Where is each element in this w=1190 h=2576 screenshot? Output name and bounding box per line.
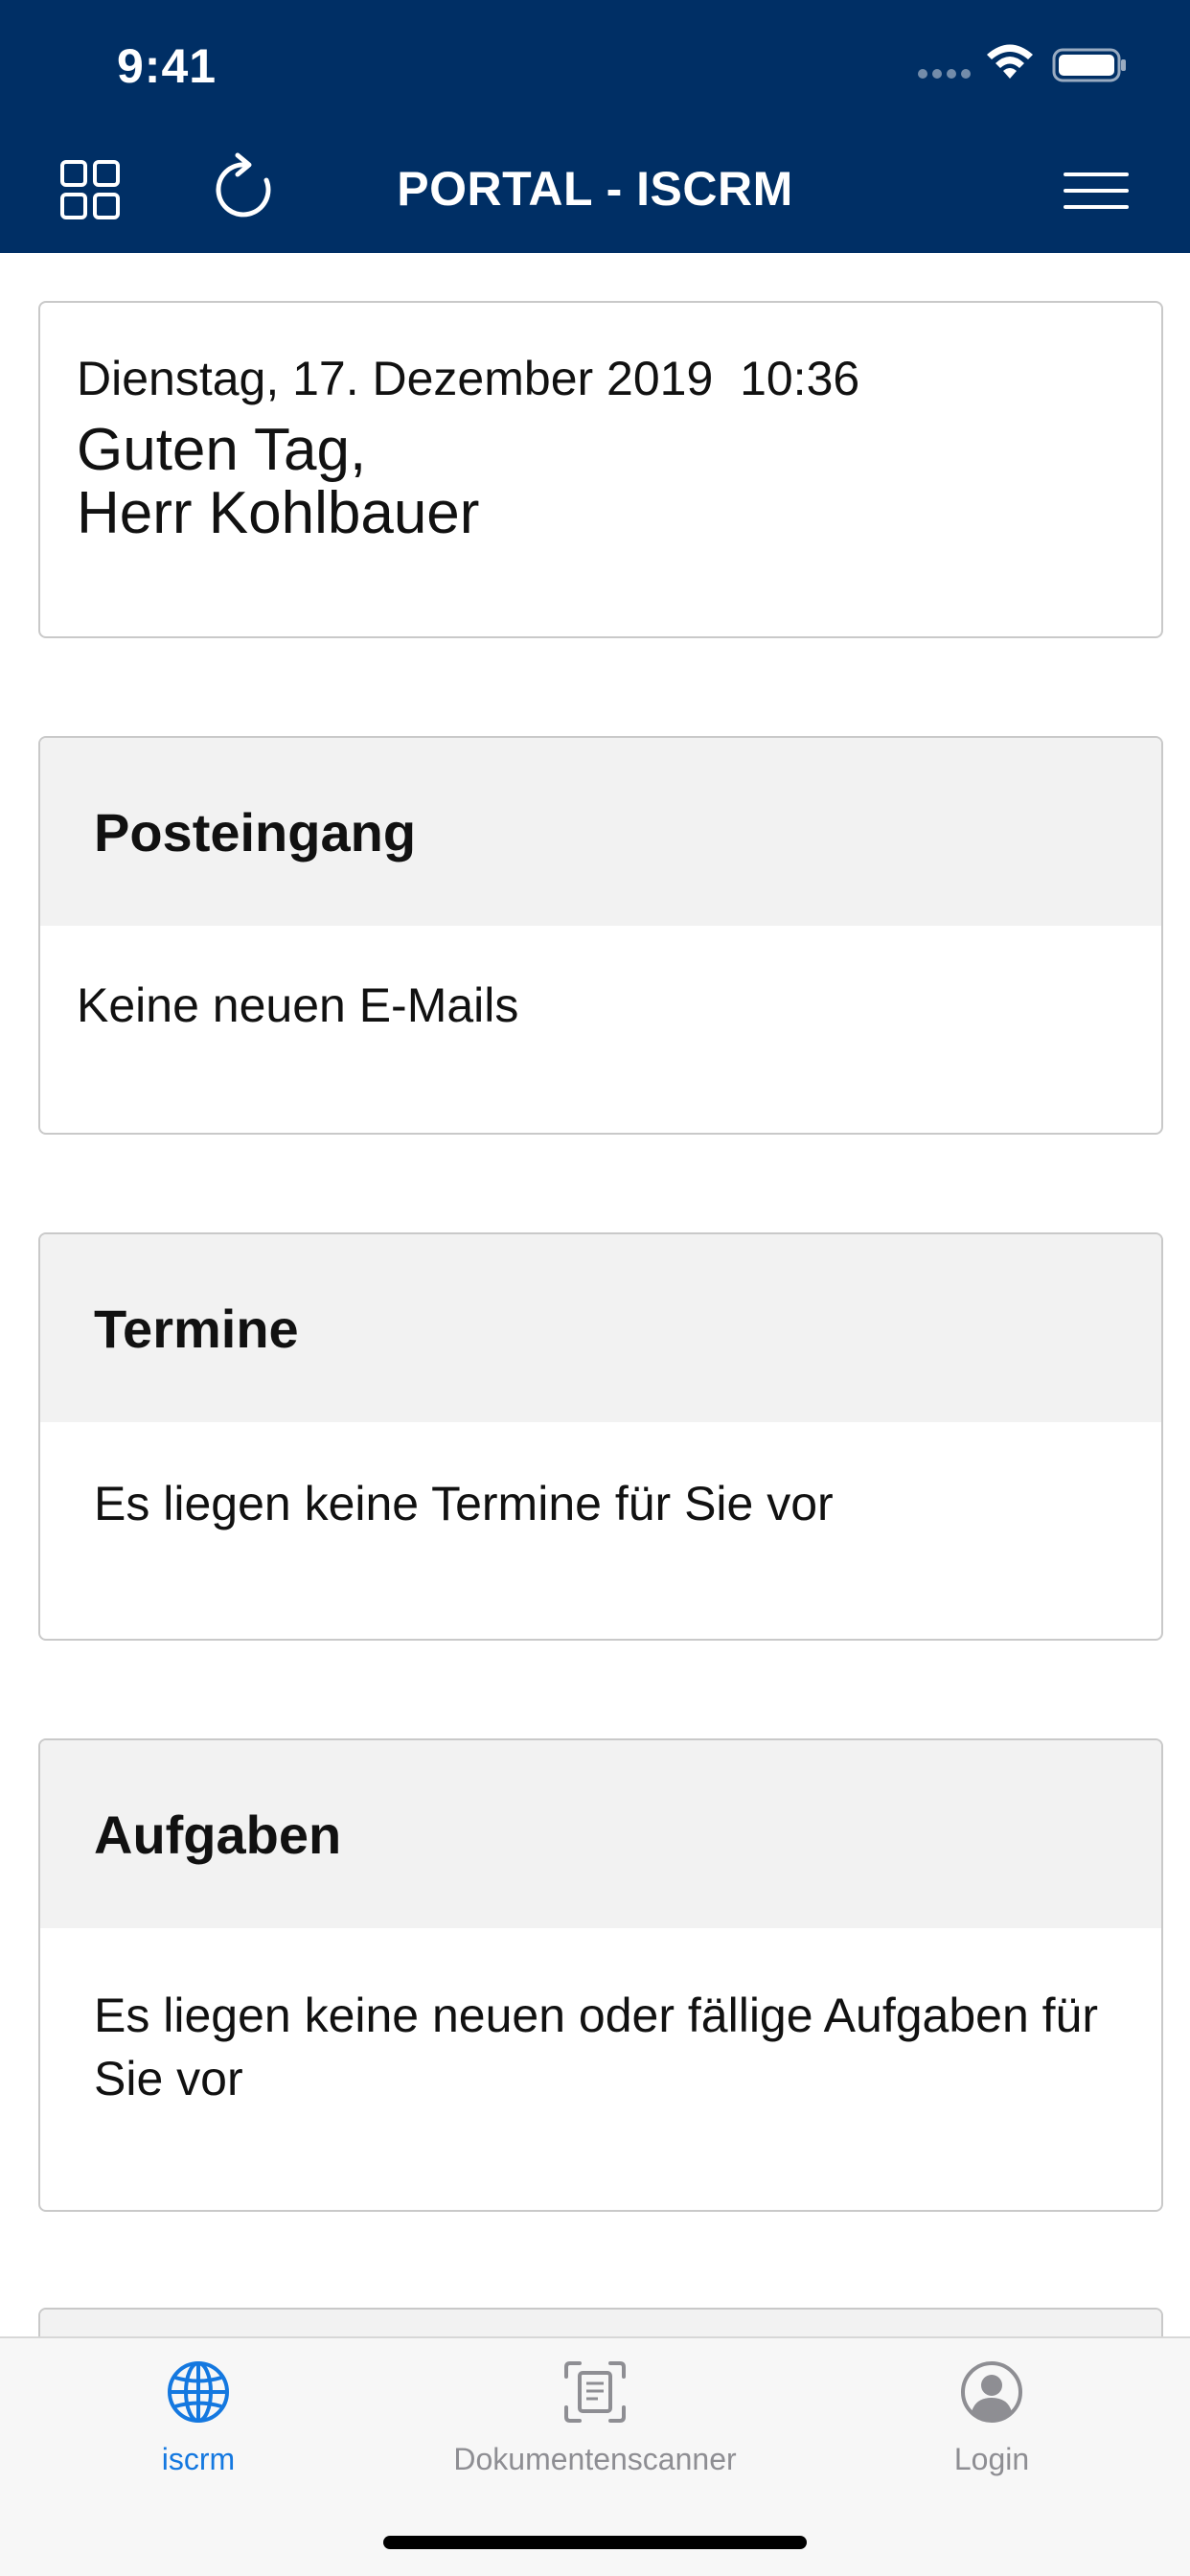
app-title: PORTAL - ISCRM	[397, 162, 793, 216]
greeting-text: Guten Tag,	[77, 417, 367, 483]
tasks-card-header: Aufgaben	[40, 1740, 1161, 1928]
inbox-card-title: Posteingang	[94, 802, 417, 862]
appointments-card-header: Termine	[40, 1234, 1161, 1422]
greeting-card: Dienstag, 17. Dezember 2019 10:36 Guten …	[38, 301, 1163, 638]
tab-iscrm-label: iscrm	[161, 2442, 236, 2476]
tab-iscrm[interactable]: iscrm	[0, 2338, 397, 2530]
appointments-card[interactable]: Termine Es liegen keine Termine für Sie …	[38, 1232, 1163, 1641]
tab-login-label: Login	[953, 2442, 1030, 2476]
appointments-card-title: Termine	[94, 1299, 299, 1359]
user-circle-icon	[961, 2361, 1022, 2423]
menu-icon[interactable]	[1064, 171, 1129, 211]
inbox-card-text: Keine neuen E-Mails	[77, 978, 519, 1032]
greeting-date: Dienstag, 17. Dezember 2019 10:36	[77, 352, 860, 405]
tab-dokumentenscanner-label: Dokumentenscanner	[453, 2442, 737, 2476]
inbox-card[interactable]: Posteingang Keine neuen E-Mails	[38, 736, 1163, 1135]
greeting-user-name: Herr Kohlbauer	[77, 480, 480, 546]
tasks-card-title: Aufgaben	[94, 1805, 342, 1865]
globe-icon	[168, 2361, 229, 2423]
app-header: 9:41 PORTAL - ISCRM	[0, 0, 1190, 253]
cellular-signal-icon	[918, 69, 971, 79]
tab-bar: iscrm Dokumentenscanner Login	[0, 2336, 1190, 2576]
appointments-card-text: Es liegen keine Termine für Sie vor	[94, 1477, 834, 1530]
tasks-card[interactable]: Aufgaben Es liegen keine neuen oder fäll…	[38, 1738, 1163, 2212]
tab-dokumentenscanner[interactable]: Dokumentenscanner	[397, 2338, 793, 2530]
status-bar-time: 9:41	[117, 39, 217, 93]
wifi-icon	[987, 44, 1033, 79]
document-scanner-icon	[564, 2361, 626, 2423]
battery-icon	[1052, 48, 1126, 82]
inbox-card-header: Posteingang	[40, 738, 1161, 926]
tasks-card-text: Es liegen keine neuen oder fällige Aufga…	[94, 1989, 1098, 2105]
home-indicator	[383, 2536, 807, 2549]
tab-login[interactable]: Login	[793, 2338, 1190, 2530]
